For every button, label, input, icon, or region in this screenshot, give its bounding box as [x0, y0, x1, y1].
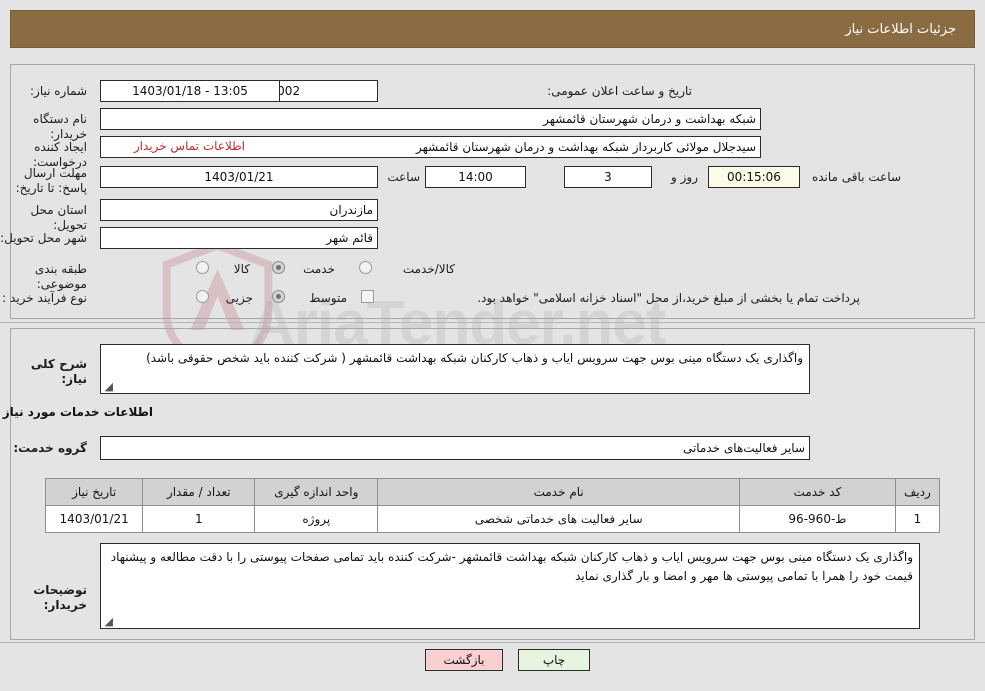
col-service-name: نام خدمت — [377, 478, 741, 506]
radio-category-kala-khedmat-label: کالا/خدمت — [402, 262, 455, 276]
need-summary-textarea[interactable]: واگذاری یک دستگاه مینی بوس جهت سرویس ایا… — [100, 344, 810, 394]
radio-category-khedmat[interactable] — [272, 261, 285, 274]
radio-process-motavaset-label: متوسط — [309, 291, 347, 305]
delivery-province-label: استان محل تحویل: — [30, 203, 87, 232]
radio-process-jozii-label: جزیی — [225, 291, 253, 305]
col-need-date: تاریخ نیاز — [44, 478, 144, 506]
delivery-province-value: مازندران — [100, 199, 378, 221]
need-number-label: شماره نیاز: — [30, 84, 87, 98]
resize-grip-icon[interactable]: ◢ — [103, 381, 113, 392]
col-quantity: تعداد / مقدار — [142, 478, 256, 506]
radio-category-kala-khedmat[interactable] — [359, 261, 372, 274]
buyer-notes-label: توضیحات خریدار: — [33, 583, 87, 612]
col-row-no: ردیف — [894, 478, 941, 506]
delivery-city-label: شهر محل تحویل: — [0, 231, 87, 245]
cell-service-name: سایر فعالیت های خدماتی شخصی — [377, 505, 741, 533]
announcement-datetime-label: تاریخ و ساعت اعلان عمومی: — [547, 84, 692, 98]
need-summary-label: شرح کلی نیاز: — [30, 357, 87, 386]
radio-process-motavaset[interactable] — [272, 290, 285, 303]
buyer-contact-link[interactable]: اطلاعات تماس خریدار — [134, 139, 245, 153]
cell-quantity: 1 — [142, 505, 256, 533]
response-deadline-label: مهلت ارسال پاسخ: تا تاریخ: — [15, 166, 87, 195]
purchase-process-label: نوع فرآیند خرید : — [2, 291, 87, 305]
service-group-value: سایر فعالیت‌های خدماتی — [100, 436, 810, 460]
service-group-label: گروه خدمت: — [13, 441, 87, 455]
subject-category-label: طبقه بندی موضوعی: — [34, 262, 87, 291]
deadline-date-value: 1403/01/21 — [100, 166, 378, 188]
deadline-hour-value: 14:00 — [425, 166, 526, 188]
services-section-title: اطلاعات خدمات مورد نیاز — [2, 405, 153, 419]
countdown-label: ساعت باقی مانده — [811, 170, 901, 184]
buyer-notes-textarea[interactable]: واگذاری یک دستگاه مینی بوس جهت سرویس ایا… — [100, 543, 920, 629]
cell-unit: پروژه — [254, 505, 379, 533]
col-unit: واحد اندازه گیری — [254, 478, 379, 506]
back-button[interactable]: بازگشت — [425, 649, 503, 671]
resize-grip-icon[interactable]: ◢ — [103, 616, 113, 627]
remaining-days-value: 3 — [564, 166, 652, 188]
table-row: 1 ط-960-96 سایر فعالیت های خدماتی شخصی پ… — [44, 505, 941, 533]
need-info-panel — [10, 64, 975, 319]
cell-row-no: 1 — [894, 505, 941, 533]
section-divider-bottom — [0, 642, 985, 643]
deadline-hour-label: ساعت — [387, 170, 420, 184]
islamic-treasury-checkbox[interactable] — [361, 290, 374, 303]
print-button[interactable]: چاپ — [518, 649, 590, 671]
radio-process-jozii[interactable] — [196, 290, 209, 303]
buyer-org-label: نام دستگاه خریدار: — [33, 112, 87, 141]
need-summary-value: واگذاری یک دستگاه مینی بوس جهت سرویس ایا… — [146, 351, 803, 365]
remaining-days-label: روز و — [671, 170, 698, 184]
services-table: ردیف کد خدمت نام خدمت واحد اندازه گیری ت… — [44, 478, 941, 533]
section-divider-top — [0, 322, 985, 323]
table-header-row: ردیف کد خدمت نام خدمت واحد اندازه گیری ت… — [44, 478, 941, 506]
delivery-city-value: قائم شهر — [100, 227, 378, 249]
countdown-value: 00:15:06 — [708, 166, 800, 188]
page-title: جزئیات اطلاعات نیاز — [845, 21, 956, 37]
islamic-treasury-text: پرداخت تمام یا بخشی از مبلغ خرید،از محل … — [477, 291, 860, 305]
radio-category-khedmat-label: خدمت — [303, 262, 335, 276]
announcement-datetime-value: 1403/01/18 - 13:05 — [100, 80, 280, 102]
radio-category-kala-label: کالا — [233, 262, 250, 276]
buyer-org-value: شبکه بهداشت و درمان شهرستان قائمشهر — [100, 108, 761, 130]
col-service-code: کد خدمت — [739, 478, 896, 506]
buyer-notes-value: واگذاری یک دستگاه مینی بوس جهت سرویس ایا… — [110, 550, 913, 583]
cell-need-date: 1403/01/21 — [44, 505, 144, 533]
cell-service-code: ط-960-96 — [739, 505, 896, 533]
radio-category-kala[interactable] — [196, 261, 209, 274]
page-header: جزئیات اطلاعات نیاز — [10, 10, 975, 48]
